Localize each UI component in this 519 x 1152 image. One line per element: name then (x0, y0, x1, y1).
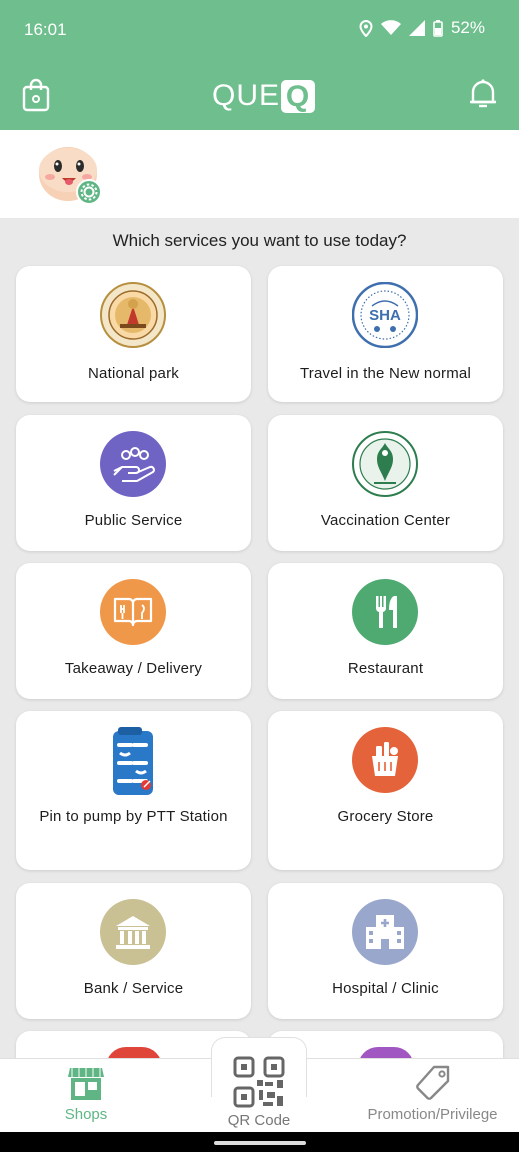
menu-book-icon (100, 579, 166, 645)
service-label: National park (88, 365, 179, 382)
fork-knife-icon (352, 579, 418, 645)
service-label: Grocery Store (337, 808, 434, 825)
national-park-seal-icon (100, 282, 166, 348)
nav-qr-code[interactable]: QR Code (211, 1056, 307, 1129)
service-card-restaurant[interactable]: Restaurant (268, 563, 503, 699)
service-label: Travel in the New normal (300, 365, 471, 382)
hospital-icon (352, 899, 418, 965)
home-gesture-handle[interactable] (214, 1141, 306, 1145)
svg-text:SHA: SHA (369, 307, 401, 324)
service-card-grocery-store[interactable]: Grocery Store (268, 711, 503, 870)
location-icon (359, 19, 373, 37)
service-card-takeaway-delivery[interactable]: Takeaway / Delivery (16, 563, 251, 699)
app-logo: QUE Q (212, 79, 316, 113)
nav-shops-label: Shops (64, 1106, 108, 1123)
nav-promotion-privilege[interactable]: Promotion/Privilege (355, 1064, 510, 1123)
service-label: Takeaway / Delivery (64, 660, 203, 677)
service-label: Vaccination Center (320, 512, 451, 529)
profile-section (0, 130, 519, 218)
status-time: 16:01 (24, 20, 67, 39)
logo-box: Q (281, 79, 316, 113)
status-bar: 16:01 52% (0, 0, 519, 58)
bell-icon[interactable] (469, 78, 497, 115)
section-prompt: Which services you want to use today? (112, 231, 407, 250)
service-card-national-park[interactable]: National park (16, 266, 251, 402)
sha-seal-icon: SHA (351, 281, 419, 349)
service-label: Hospital / Clinic (332, 980, 439, 997)
logo-text: QUE (212, 79, 281, 112)
ptt-pin-to-pump-icon (100, 727, 166, 795)
nav-promo-label: Promotion/Privilege (367, 1106, 498, 1123)
battery-icon (433, 19, 443, 37)
tag-icon (355, 1064, 510, 1102)
service-card-hospital-clinic[interactable]: Hospital / Clinic (268, 883, 503, 1019)
system-gesture-bar (0, 1132, 519, 1152)
shopping-bag-icon[interactable] (22, 78, 50, 117)
bank-icon (100, 899, 166, 965)
qr-code-icon (211, 1056, 307, 1108)
grocery-bag-icon (352, 727, 418, 793)
hands-people-icon (100, 431, 166, 497)
service-card-pin-to-pump[interactable]: Pin to pump by PTT Station (16, 711, 251, 870)
service-card-bank-service[interactable]: Bank / Service (16, 883, 251, 1019)
service-card-travel-new-normal[interactable]: SHA Travel in the New normal (268, 266, 503, 402)
nav-shops[interactable]: Shops (40, 1064, 132, 1123)
nav-qr-label: QR Code (227, 1112, 291, 1129)
avatar[interactable] (38, 144, 102, 206)
status-icons: 52% (359, 18, 485, 38)
service-card-public-service[interactable]: Public Service (16, 415, 251, 551)
signal-icon (408, 20, 425, 36)
service-card-vaccination-center[interactable]: Vaccination Center (268, 415, 503, 551)
store-icon (40, 1064, 132, 1102)
service-label: Public Service (84, 512, 183, 529)
service-label: Restaurant (347, 660, 424, 677)
service-label: Pin to pump by PTT Station (39, 808, 228, 825)
wifi-icon (380, 20, 401, 36)
bangkok-seal-icon (352, 431, 418, 497)
service-label: Bank / Service (83, 980, 184, 997)
app-bar: QUE Q (0, 58, 519, 130)
battery-level: 52% (450, 18, 485, 37)
